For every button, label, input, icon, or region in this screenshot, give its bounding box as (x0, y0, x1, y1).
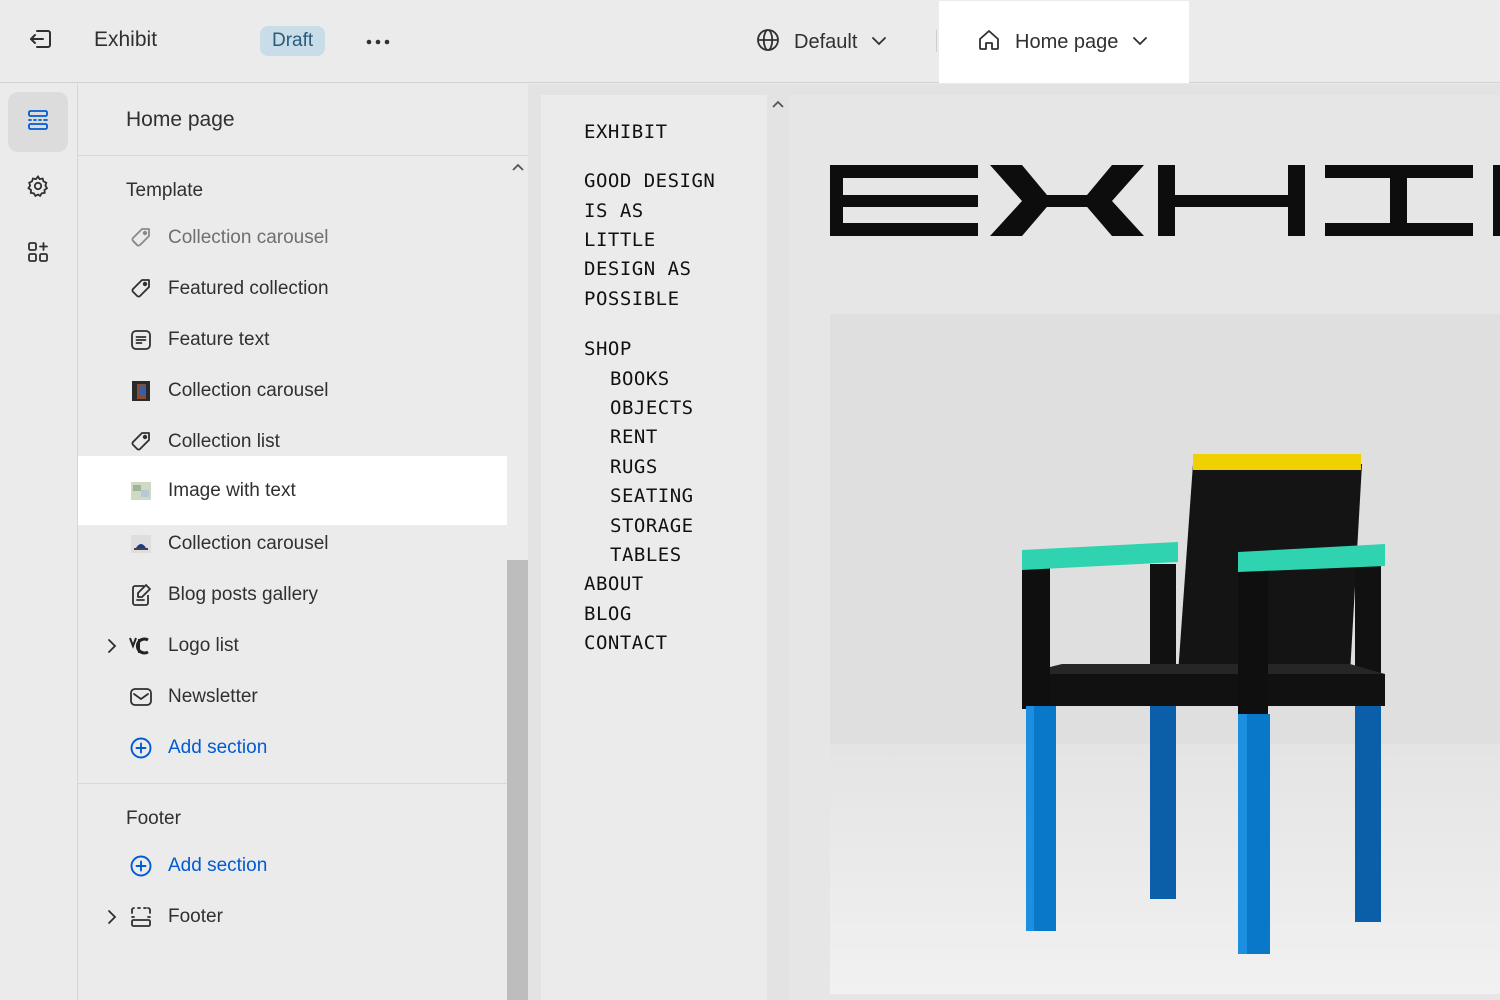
nav-link-shop[interactable]: SHOP (584, 338, 632, 360)
section-item-label: Collection carousel (168, 532, 329, 554)
store-preview: EXHIBIT GOOD DESIGN IS AS LITTLE DESIGN … (528, 84, 1500, 1000)
apps-icon (26, 240, 50, 269)
image-thumbnail-icon (128, 378, 154, 404)
preview-main-panel (789, 95, 1500, 1000)
nav-link-objects[interactable]: OBJECTS (610, 397, 694, 419)
store-logo[interactable] (830, 165, 1500, 242)
home-icon (977, 28, 1001, 57)
section-item-collection-carousel[interactable]: Collection carousel (78, 518, 507, 569)
sidebar-scroll-thumb[interactable] (507, 560, 528, 1000)
tag-icon (128, 276, 154, 302)
store-name-link[interactable]: EXHIBIT (584, 121, 668, 143)
app-embeds-rail-button[interactable] (8, 224, 68, 284)
sidebar-header: Home page (78, 84, 528, 156)
section-group-divider (78, 783, 507, 784)
logo-thumbnail-icon (128, 633, 154, 659)
editor-rail (0, 84, 78, 1000)
section-item-label: Logo list (168, 634, 239, 656)
section-item-label: Blog posts gallery (168, 583, 318, 605)
sections-icon (26, 108, 50, 137)
template-add-section-button[interactable]: Add section (78, 722, 507, 773)
section-item-label: Featured collection (168, 277, 329, 299)
hero-image (830, 314, 1500, 994)
email-icon (128, 684, 154, 710)
tag-icon (128, 429, 154, 455)
image-thumbnail-icon (128, 531, 154, 557)
tagline-line: POSSIBLE (584, 288, 680, 310)
exit-icon (27, 27, 53, 56)
tagline-line: GOOD DESIGN (584, 170, 716, 192)
theme-settings-rail-button[interactable] (8, 158, 68, 218)
nav-link-tables[interactable]: TABLES (610, 544, 682, 566)
chevron-up-icon (772, 95, 784, 113)
section-item-label: Collection list (168, 430, 280, 452)
more-actions-button[interactable] (360, 26, 396, 56)
preview-nav-panel: EXHIBIT GOOD DESIGN IS AS LITTLE DESIGN … (541, 95, 767, 1000)
section-item-blog-posts-gallery[interactable]: Blog posts gallery (78, 569, 507, 620)
toolbar-divider (936, 30, 937, 52)
chevron-right-icon[interactable] (104, 909, 120, 925)
footer-layout-icon (128, 904, 154, 930)
top-bar: Exhibit Draft Default Home page (0, 0, 1500, 83)
status-badge: Draft (260, 26, 326, 56)
globe-icon (756, 28, 780, 57)
sections-sidebar: Home page Template Collection carousel F… (78, 84, 528, 1000)
app-title: Exhibit (94, 28, 158, 51)
tagline-line: IS AS (584, 200, 644, 222)
chevron-up-icon (512, 158, 524, 176)
chevron-right-icon[interactable] (104, 638, 120, 654)
ellipsis-icon (366, 32, 390, 50)
blog-post-icon (128, 582, 154, 608)
plus-circle-icon (128, 853, 154, 879)
scroll-up-button[interactable] (510, 160, 526, 174)
section-item-collection-carousel[interactable]: Collection carousel (78, 365, 507, 416)
text-block-icon (128, 327, 154, 353)
tagline-line: DESIGN AS (584, 258, 692, 280)
preview-scroll-up-button[interactable] (771, 98, 785, 110)
section-item-label: Footer (168, 905, 223, 927)
section-item-collection-carousel[interactable]: Collection carousel (78, 212, 507, 263)
section-item-label: Newsletter (168, 685, 258, 707)
section-item-label: Feature text (168, 328, 270, 350)
gear-icon (26, 174, 50, 203)
add-section-label: Add section (168, 854, 268, 876)
nav-link-blog[interactable]: BLOG (584, 603, 632, 625)
sidebar-title: Home page (126, 108, 235, 131)
page-select[interactable]: Home page (939, 1, 1189, 83)
chevron-down-icon (1132, 33, 1148, 51)
section-item-logo-list[interactable]: Logo list (78, 620, 507, 671)
template-group-heading: Template (126, 180, 204, 201)
section-item-footer[interactable]: Footer (78, 891, 507, 942)
footer-group-heading: Footer (126, 808, 181, 829)
plus-circle-icon (128, 735, 154, 761)
footer-add-section-button[interactable]: Add section (78, 840, 507, 891)
sections-rail-button[interactable] (8, 92, 68, 152)
nav-link-books[interactable]: BOOKS (610, 368, 670, 390)
image-thumbnail-icon (128, 478, 154, 504)
chevron-down-icon (871, 33, 887, 51)
nav-link-rugs[interactable]: RUGS (610, 456, 658, 478)
nav-link-storage[interactable]: STORAGE (610, 515, 694, 537)
section-item-image-with-text[interactable]: Image with text (78, 456, 507, 525)
section-item-feature-text[interactable]: Feature text (78, 314, 507, 365)
language-select-label: Default (794, 30, 858, 53)
page-select-label: Home page (1015, 30, 1119, 53)
add-section-label: Add section (168, 736, 268, 758)
tag-icon (128, 225, 154, 251)
nav-link-seating[interactable]: SEATING (610, 485, 694, 507)
language-select[interactable]: Default (756, 22, 887, 62)
nav-link-contact[interactable]: CONTACT (584, 632, 668, 654)
exit-button[interactable] (22, 24, 58, 58)
section-item-label: Image with text (168, 479, 296, 501)
nav-link-rent[interactable]: RENT (610, 426, 658, 448)
nav-link-about[interactable]: ABOUT (584, 573, 644, 595)
tagline-line: LITTLE (584, 229, 656, 251)
section-item-label: Collection carousel (168, 379, 329, 401)
section-item-featured-collection[interactable]: Featured collection (78, 263, 507, 314)
section-item-label: Collection carousel (168, 226, 329, 248)
section-item-newsletter[interactable]: Newsletter (78, 671, 507, 722)
